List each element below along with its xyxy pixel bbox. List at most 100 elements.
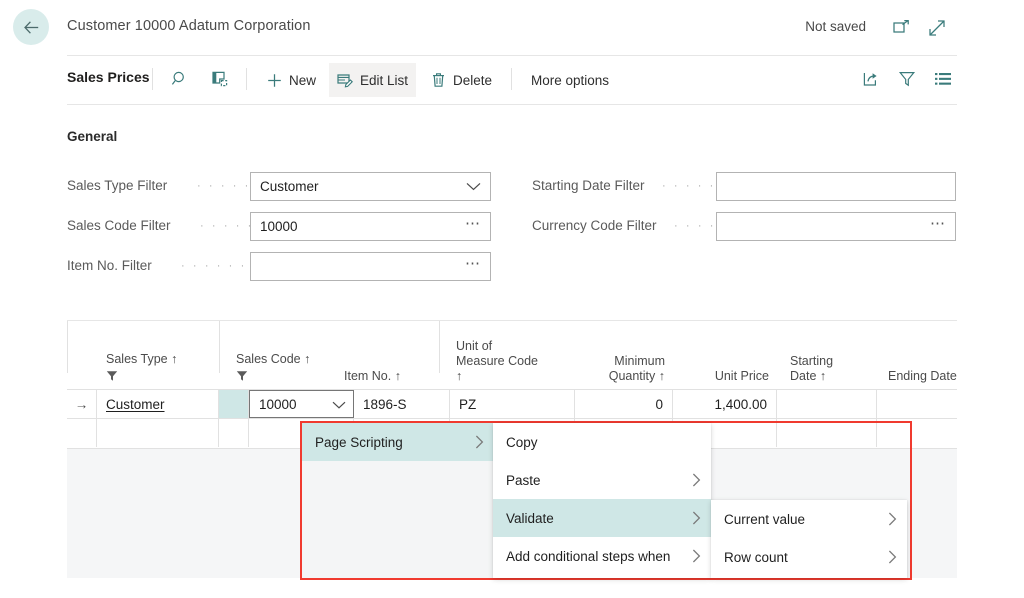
list-view-button[interactable] — [928, 64, 958, 94]
filter-button[interactable] — [892, 64, 922, 94]
sales-type-filter-value: Customer — [260, 179, 319, 194]
open-in-new-window-icon — [892, 20, 909, 33]
cell-unit-of-measure-code[interactable]: PZ — [450, 390, 575, 418]
cell-item-no[interactable]: 1896-S — [354, 390, 450, 418]
column-header-unit-price[interactable]: Unit Price — [673, 321, 777, 389]
sales-type-filter-label: Sales Type Filter — [67, 178, 168, 193]
share-button[interactable] — [856, 64, 886, 94]
column-header-label: Unit Price — [714, 369, 769, 383]
currency-code-filter-input[interactable]: ⋯ — [716, 212, 956, 241]
chevron-right-icon — [692, 549, 701, 563]
command-bar: Sales Prices New Edit List Delete More o… — [0, 56, 1024, 105]
column-header-starting-date[interactable]: Starting Date ↑ — [781, 321, 877, 389]
menu-item-current-value[interactable]: Current value — [711, 500, 907, 538]
back-button[interactable] — [13, 9, 49, 45]
column-header-label: Sales Code ↑ — [236, 352, 311, 366]
column-header-ending-date[interactable]: Ending Date — [879, 321, 957, 389]
edit-list-label: Edit List — [360, 72, 409, 88]
cell-sales-type-value: Customer — [106, 396, 165, 412]
table-row[interactable]: → Customer 10000 1896-S PZ 0 1,400.00 — [67, 389, 957, 419]
context-menu-level-2[interactable]: Copy Paste Validate Add conditional step… — [493, 423, 711, 578]
context-menu-level-3[interactable]: Current value Row count — [711, 500, 907, 578]
column-header-label: Minimum Quantity ↑ — [608, 354, 665, 383]
command-divider-bottom — [67, 104, 957, 105]
command-divider-2 — [246, 68, 247, 90]
sales-code-filter-label: Sales Code Filter — [67, 218, 171, 233]
lookup-ellipsis-icon[interactable]: ⋯ — [465, 256, 490, 274]
filter-icon[interactable] — [106, 370, 118, 385]
header-divider — [439, 321, 440, 373]
sales-type-filter-input[interactable]: Customer — [250, 172, 491, 201]
cell-selection-marker[interactable] — [219, 419, 249, 447]
back-arrow-icon — [23, 20, 38, 34]
sales-code-filter-input[interactable]: 10000 ⋯ — [250, 212, 491, 241]
cell-unit-price-value: 1,400.00 — [714, 396, 767, 412]
field-sales-type-filter: Sales Type Filter · · · · · · · · · · · … — [67, 172, 491, 202]
column-header-minimum-quantity[interactable]: Minimum Quantity ↑ — [575, 321, 673, 389]
menu-item-label: Current value — [724, 511, 806, 527]
starting-date-filter-label: Starting Date Filter — [532, 178, 645, 193]
item-no-filter-input[interactable]: ⋯ — [250, 252, 491, 281]
lookup-ellipsis-icon[interactable]: ⋯ — [930, 216, 955, 234]
cell-starting-date[interactable] — [777, 390, 877, 418]
menu-item-copy[interactable]: Copy — [493, 423, 711, 461]
column-header-unit-of-measure-code[interactable]: Unit of Measure Code ↑ — [447, 321, 575, 389]
menu-item-validate[interactable]: Validate — [493, 499, 711, 537]
filter-icon[interactable] — [236, 370, 248, 385]
cell-ending-date[interactable] — [877, 419, 957, 447]
chevron-down-icon[interactable] — [466, 182, 490, 191]
chevron-right-icon — [888, 550, 897, 564]
cell-sales-type[interactable]: Customer — [97, 390, 219, 418]
cell-minimum-quantity[interactable]: 0 — [575, 390, 673, 418]
menu-item-label: Add conditional steps when — [506, 548, 671, 564]
context-menu-level-1[interactable]: Page Scripting — [302, 423, 494, 578]
search-button[interactable] — [165, 64, 195, 94]
cell-starting-date[interactable] — [777, 419, 877, 447]
chevron-down-icon[interactable] — [332, 397, 346, 412]
starting-date-filter-input[interactable] — [716, 172, 956, 201]
menu-item-add-conditional-steps-when[interactable]: Add conditional steps when — [493, 537, 711, 575]
currency-code-filter-label: Currency Code Filter — [532, 218, 657, 233]
expand-button[interactable] — [924, 15, 950, 41]
field-currency-code-filter: Currency Code Filter · · · · · ⋯ — [532, 212, 956, 242]
list-view-icon — [935, 73, 951, 85]
page-title: Customer 10000 Adatum Corporation — [67, 18, 311, 34]
lookup-ellipsis-icon[interactable]: ⋯ — [465, 216, 490, 234]
cell-selection-marker[interactable] — [219, 390, 249, 418]
field-starting-date-filter: Starting Date Filter · · · · · · · — [532, 172, 956, 202]
column-header-item-no[interactable]: Item No. ↑ — [335, 321, 437, 389]
open-in-new-window-icon — [212, 71, 228, 87]
open-in-new-window-button[interactable] — [888, 15, 914, 41]
cell-ending-date[interactable] — [877, 390, 957, 418]
column-header-sales-code[interactable]: Sales Code ↑ — [227, 321, 337, 389]
row-indicator — [67, 419, 97, 447]
cell-unit-of-measure-value: PZ — [459, 396, 477, 412]
cell-sales-type[interactable] — [97, 419, 219, 447]
new-button[interactable]: New — [259, 63, 324, 97]
app-page: Customer 10000 Adatum Corporation Not sa… — [0, 0, 1024, 598]
menu-item-paste[interactable]: Paste — [493, 461, 711, 499]
column-header-label: Unit of Measure Code ↑ — [456, 339, 538, 383]
menu-item-label: Page Scripting — [315, 434, 403, 450]
cell-sales-code[interactable]: 10000 — [249, 390, 354, 418]
menu-item-label: Paste — [506, 472, 541, 488]
search-icon — [171, 71, 184, 85]
dot-leader: · · · · · — [674, 225, 718, 227]
menu-item-row-count[interactable]: Row count — [711, 538, 907, 576]
chevron-right-icon — [475, 435, 484, 449]
new-button-label: New — [289, 72, 317, 88]
chevron-right-icon — [692, 511, 701, 525]
cell-sales-code-value: 10000 — [259, 396, 297, 412]
menu-item-page-scripting[interactable]: Page Scripting — [302, 423, 494, 461]
general-heading: General — [67, 129, 118, 144]
edit-list-icon — [337, 72, 353, 88]
delete-button[interactable]: Delete — [423, 63, 500, 97]
column-header-label: Ending Date — [888, 369, 957, 383]
command-bar-page-name: Sales Prices — [67, 69, 150, 85]
cell-unit-price[interactable]: 1,400.00 — [673, 390, 777, 418]
open-in-excel-button[interactable] — [205, 64, 235, 94]
more-options-button[interactable]: More options — [523, 63, 617, 97]
edit-list-button[interactable]: Edit List — [329, 63, 417, 97]
column-header-sales-type[interactable]: Sales Type ↑ — [97, 321, 219, 389]
header-divider — [219, 321, 220, 373]
